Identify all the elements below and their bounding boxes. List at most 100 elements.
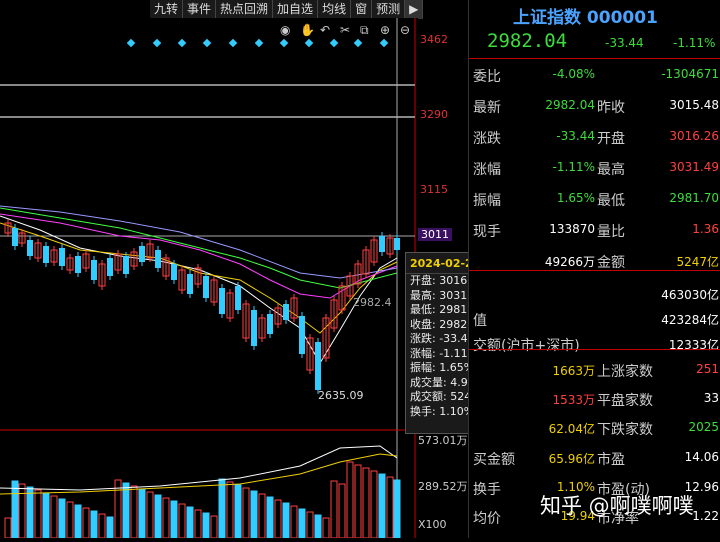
price-level-3462: 3462 bbox=[420, 33, 448, 46]
quote-label-2: 市盈 bbox=[597, 452, 625, 468]
quote-label-2: 开盘 bbox=[597, 131, 625, 147]
last-price: 2982.04 bbox=[487, 30, 568, 52]
quote-label: 现手 bbox=[473, 224, 501, 240]
toolbar-item-5[interactable]: 窗 bbox=[351, 0, 373, 18]
volume-level-high: 573.01万 bbox=[418, 434, 468, 447]
divider bbox=[469, 349, 720, 350]
volume-bar bbox=[393, 479, 401, 539]
quote-label: 值 bbox=[473, 313, 487, 329]
quote-value-2: 251 bbox=[696, 362, 719, 376]
candle-body bbox=[139, 246, 145, 262]
price-level-3290: 3290 bbox=[420, 108, 448, 121]
quote-value: 1533万 bbox=[552, 393, 595, 407]
quote-value-2: -1304671 bbox=[661, 67, 719, 81]
candle-body bbox=[299, 316, 305, 354]
quote-value-2: 1.22 bbox=[692, 509, 719, 523]
quote-value-2: 423284亿 bbox=[661, 313, 719, 327]
quote-label: 涨跌 bbox=[473, 131, 501, 147]
volume-bar bbox=[266, 496, 274, 539]
toolbar-item-3[interactable]: 加自选 bbox=[273, 0, 319, 18]
quote-row: 最新 2982.04 昨收 3015.48 bbox=[469, 91, 720, 121]
toolbar-expand-icon[interactable]: ▶ bbox=[405, 0, 424, 18]
zoom-out-icon[interactable]: ⊖ bbox=[400, 23, 410, 37]
hand-icon[interactable]: ✋ bbox=[300, 23, 315, 37]
copy-icon[interactable]: ⧉ bbox=[360, 23, 369, 37]
quote-row: 1663万 上涨家数 251 bbox=[469, 355, 720, 385]
candle-body bbox=[75, 256, 81, 273]
volume-bar bbox=[154, 494, 162, 539]
volume-bar bbox=[186, 506, 194, 539]
volume-unit-label: X100 bbox=[418, 518, 447, 531]
quote-label-2: 量比 bbox=[597, 224, 625, 240]
volume-level-mid: 289.52万 bbox=[418, 480, 468, 493]
quote-row: 现手 133870 量比 1.36 bbox=[469, 215, 720, 245]
volume-bar bbox=[138, 488, 146, 539]
divider bbox=[469, 58, 720, 59]
candle-body bbox=[171, 264, 177, 280]
quote-value: -1.11% bbox=[552, 160, 595, 174]
candle-body bbox=[251, 310, 257, 346]
quote-row: 涨幅 -1.11% 最高 3031.49 bbox=[469, 153, 720, 183]
quote-value-2: 5247亿 bbox=[676, 255, 719, 269]
toolbar-item-2[interactable]: 热点回溯 bbox=[216, 0, 274, 18]
candle-body bbox=[27, 240, 33, 256]
volume-bar bbox=[234, 484, 242, 539]
quote-row: 买金额 65.96亿 市盈 14.06 bbox=[469, 443, 720, 473]
chart-toolbar: 九转 事件 热点回溯 加自选 均线窗预测 ▶ bbox=[150, 0, 424, 19]
kline-chart[interactable]: ◉ ✋ ↶ ✂ ⧉ ⊕ ⊖ bbox=[0, 18, 418, 539]
price-level-3115: 3115 bbox=[420, 183, 448, 196]
quote-label: 买金额 bbox=[473, 452, 515, 468]
volume-bar bbox=[42, 492, 50, 539]
candle-body bbox=[91, 260, 97, 280]
quote-value: -4.08% bbox=[552, 67, 595, 81]
candle-body bbox=[155, 250, 161, 268]
watermark-text: 知乎 @啊噗啊噗 bbox=[540, 494, 694, 518]
quote-value-2: 3016.26 bbox=[669, 129, 719, 143]
quote-label: 换手 bbox=[473, 482, 501, 498]
toolbar-item-4[interactable]: 均线 bbox=[318, 0, 352, 18]
quote-price-row: 2982.04 -33.44 -1.11% bbox=[469, 28, 720, 56]
toolbar-item-0[interactable]: 九转 bbox=[150, 0, 184, 18]
quote-value: 49266万 bbox=[544, 255, 595, 269]
quote-value: 1663万 bbox=[552, 364, 595, 378]
quote-label-2: 最低 bbox=[597, 193, 625, 209]
quote-label-2: 金额 bbox=[597, 255, 625, 271]
candle-body bbox=[107, 258, 113, 276]
volume-bar bbox=[250, 490, 258, 539]
quote-value-2: 463030亿 bbox=[661, 288, 719, 302]
volume-bar bbox=[90, 510, 98, 539]
divider bbox=[469, 270, 720, 271]
scissors-icon[interactable]: ✂ bbox=[340, 23, 350, 37]
quote-row: 涨跌 -33.44 开盘 3016.26 bbox=[469, 122, 720, 152]
volume-bar bbox=[282, 502, 290, 539]
volume-bar bbox=[26, 486, 34, 539]
quote-value-2: 14.06 bbox=[684, 450, 719, 464]
volume-bar bbox=[298, 508, 306, 539]
candle-body bbox=[394, 238, 400, 250]
quote-value: 62.04亿 bbox=[548, 422, 595, 436]
quote-label: 委比 bbox=[473, 69, 501, 85]
candle-body bbox=[219, 288, 225, 314]
candle-body bbox=[203, 276, 209, 298]
index-title: 上证指数 000001 bbox=[513, 8, 658, 28]
quote-title-row: 上证指数 000001 bbox=[469, 0, 720, 28]
toolbar-item-6[interactable]: 预测 bbox=[372, 0, 406, 18]
zoom-in-icon[interactable]: ⊕ bbox=[380, 23, 390, 37]
undo-icon[interactable]: ↶ bbox=[320, 23, 330, 37]
candle-body bbox=[43, 246, 49, 263]
quote-value: -33.44 bbox=[556, 129, 595, 143]
eye-icon[interactable]: ◉ bbox=[280, 23, 290, 37]
volume-bar bbox=[11, 480, 19, 539]
quote-label-2: 上涨家数 bbox=[597, 364, 653, 380]
volume-bar bbox=[74, 504, 82, 539]
toolbar-item-1[interactable]: 事件 bbox=[183, 0, 217, 18]
quote-value-2: 3015.48 bbox=[669, 98, 719, 112]
quote-panel: 上证指数 000001 2982.04 -33.44 -1.11% 委比 -4.0… bbox=[468, 0, 720, 538]
quote-label: 涨幅 bbox=[473, 162, 501, 178]
price-change: -33.44 bbox=[605, 36, 644, 50]
volume-bar bbox=[314, 514, 322, 539]
quote-value-2: 3031.49 bbox=[669, 160, 719, 174]
volume-bar bbox=[378, 473, 386, 539]
quote-value: 133870 bbox=[549, 222, 595, 236]
quote-row: 委比 -4.08% -1304671 bbox=[469, 60, 720, 90]
